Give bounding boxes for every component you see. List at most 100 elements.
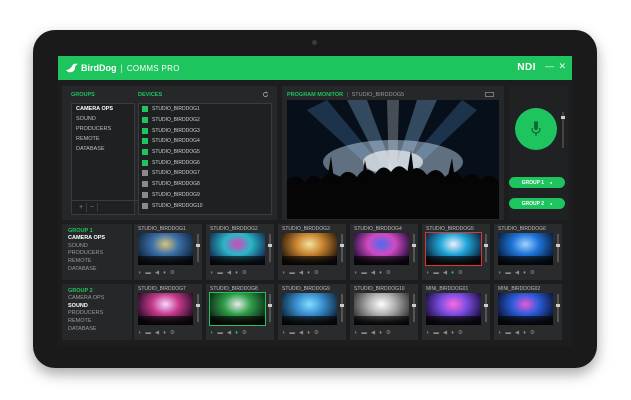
device-checkbox[interactable] (142, 138, 148, 145)
speaker-icon[interactable]: ◀ (371, 270, 375, 276)
camera-icon[interactable]: ▬ (361, 270, 367, 276)
group-1-talk-button[interactable]: GROUP 1 ● (509, 177, 565, 188)
row-group-item[interactable]: CAMERA OPS (68, 295, 104, 303)
row-group-item[interactable]: DATABASE (68, 326, 104, 334)
settings-icon[interactable]: ⚙ (458, 330, 463, 336)
tile-volume-slider[interactable] (340, 294, 344, 322)
camera-tile[interactable]: STUDIO_BIRDDOG1 ◖ ▬ ◀ ♦ ⚙ (134, 224, 202, 280)
row-group-item[interactable]: PRODUCERS (68, 250, 105, 258)
speaker-icon[interactable]: ◀ (443, 330, 447, 336)
device-checkbox[interactable] (142, 202, 148, 209)
minimize-button[interactable]: — (545, 61, 554, 71)
tile-volume-slider[interactable] (268, 234, 272, 262)
microphone-icon[interactable]: ♦ (451, 330, 454, 336)
tile-volume-knob[interactable] (484, 304, 488, 307)
speaker-icon[interactable]: ◀ (299, 270, 303, 276)
camera-tile[interactable]: STUDIO_BIRDDOG5 ◖ ▬ ◀ ♦ ⚙ (422, 224, 490, 280)
headset-icon[interactable]: ◖ (498, 330, 501, 336)
device-item[interactable]: STUDIO_BIRDDOG1 (139, 104, 271, 115)
tile-volume-knob[interactable] (196, 244, 200, 247)
camera-tile[interactable]: STUDIO_BIRDDOG2 ◖ ▬ ◀ ♦ ⚙ (206, 224, 274, 280)
speaker-icon[interactable]: ◀ (227, 270, 231, 276)
tile-volume-slider[interactable] (484, 234, 488, 262)
camera-thumbnail[interactable] (354, 233, 409, 265)
group-item-producers[interactable]: PRODUCERS (72, 124, 134, 134)
settings-icon[interactable]: ⚙ (386, 330, 391, 336)
headset-icon[interactable]: ◖ (282, 330, 285, 336)
tile-volume-knob[interactable] (556, 244, 560, 247)
speaker-icon[interactable]: ◀ (515, 330, 519, 336)
tile-volume-slider[interactable] (196, 294, 200, 322)
microphone-icon[interactable]: ♦ (163, 330, 166, 336)
microphone-icon[interactable]: ♦ (163, 270, 166, 276)
tile-volume-slider[interactable] (556, 294, 560, 322)
headset-icon[interactable]: ◖ (138, 270, 141, 276)
camera-icon[interactable]: ▬ (217, 330, 223, 336)
tile-volume-knob[interactable] (412, 244, 416, 247)
group-item-remote[interactable]: REMOTE (72, 134, 134, 144)
camera-tile[interactable]: MINI_BIRDDOG01 ◖ ▬ ◀ ♦ ⚙ (422, 284, 490, 340)
speaker-icon[interactable]: ◀ (371, 330, 375, 336)
tile-volume-slider[interactable] (484, 294, 488, 322)
settings-icon[interactable]: ⚙ (458, 270, 463, 276)
group-item-sound[interactable]: SOUND (72, 114, 134, 124)
microphone-icon[interactable]: ♦ (235, 330, 238, 336)
device-item[interactable]: STUDIO_BIRDDOG10 (139, 200, 271, 211)
microphone-icon[interactable]: ♦ (235, 270, 238, 276)
row-group-item[interactable]: PRODUCERS (68, 310, 104, 318)
headset-icon[interactable]: ◖ (426, 270, 429, 276)
speaker-icon[interactable]: ◀ (155, 330, 159, 336)
microphone-icon[interactable]: ♦ (307, 270, 310, 276)
push-to-talk-button[interactable] (515, 108, 557, 150)
device-checkbox[interactable] (142, 106, 148, 113)
row-group-item[interactable]: SOUND (68, 303, 104, 311)
device-item[interactable]: STUDIO_BIRDDOG8 (139, 179, 271, 190)
settings-icon[interactable]: ⚙ (314, 330, 319, 336)
group-item-camera-ops[interactable]: CAMERA OPS (72, 104, 134, 114)
device-checkbox[interactable] (142, 170, 148, 177)
refresh-icon[interactable] (262, 91, 269, 98)
close-button[interactable]: ✕ (558, 61, 566, 72)
tile-volume-knob[interactable] (412, 304, 416, 307)
camera-tile[interactable]: STUDIO_BIRDDOG7 ◖ ▬ ◀ ♦ ⚙ (134, 284, 202, 340)
camera-tile[interactable]: STUDIO_BIRDDOG9 ◖ ▬ ◀ ♦ ⚙ (278, 284, 346, 340)
tile-volume-slider[interactable] (268, 294, 272, 322)
camera-thumbnail[interactable] (354, 293, 409, 325)
tile-volume-slider[interactable] (196, 234, 200, 262)
row-group-item[interactable]: SOUND (68, 243, 105, 251)
add-group-button[interactable]: + (76, 203, 87, 212)
camera-tile[interactable]: STUDIO_BIRDDOG4 ◖ ▬ ◀ ♦ ⚙ (350, 224, 418, 280)
tile-volume-slider[interactable] (412, 234, 416, 262)
tile-volume-knob[interactable] (268, 304, 272, 307)
device-checkbox[interactable] (142, 159, 148, 166)
device-item[interactable]: STUDIO_BIRDDOG2 (139, 115, 271, 126)
speaker-icon[interactable]: ◀ (155, 270, 159, 276)
talk-volume-knob[interactable] (561, 116, 565, 119)
tile-volume-slider[interactable] (556, 234, 560, 262)
camera-icon[interactable]: ▬ (145, 330, 151, 336)
headset-icon[interactable]: ◖ (354, 330, 357, 336)
headset-icon[interactable]: ◖ (426, 330, 429, 336)
camera-thumbnail[interactable] (282, 233, 337, 265)
headset-icon[interactable]: ◖ (210, 330, 213, 336)
camera-tile[interactable]: STUDIO_BIRDDOG6 ◖ ▬ ◀ ♦ ⚙ (494, 224, 562, 280)
settings-icon[interactable]: ⚙ (314, 270, 319, 276)
device-checkbox[interactable] (142, 181, 148, 188)
speaker-icon[interactable]: ◀ (515, 270, 519, 276)
headset-icon[interactable]: ◖ (354, 270, 357, 276)
group-item-database[interactable]: DATABASE (72, 144, 134, 154)
camera-thumbnail[interactable] (210, 233, 265, 265)
device-item[interactable]: STUDIO_BIRDDOG5 (139, 147, 271, 158)
tile-volume-knob[interactable] (340, 304, 344, 307)
group-2-talk-button[interactable]: GROUP 2 ● (509, 198, 565, 209)
microphone-icon[interactable]: ♦ (451, 270, 454, 276)
settings-icon[interactable]: ⚙ (530, 330, 535, 336)
camera-thumbnail[interactable] (138, 233, 193, 265)
remove-group-button[interactable]: − (87, 203, 98, 212)
settings-icon[interactable]: ⚙ (170, 330, 175, 336)
camera-icon[interactable]: ▬ (289, 270, 295, 276)
microphone-icon[interactable]: ♦ (379, 270, 382, 276)
device-item[interactable]: STUDIO_BIRDDOG4 (139, 136, 271, 147)
camera-icon[interactable]: ▬ (361, 330, 367, 336)
device-checkbox[interactable] (142, 191, 148, 198)
